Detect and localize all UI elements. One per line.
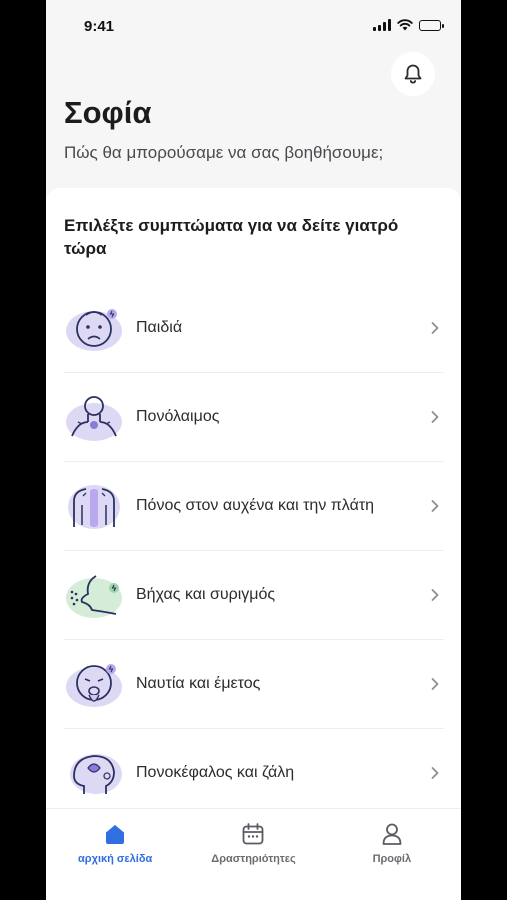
tab-home[interactable]: αρχική σελίδα (46, 809, 184, 900)
symptoms-card: Επιλέξτε συμπτώματα για να δείτε γιατρό … (46, 188, 461, 828)
greeting-subtitle: Πώς θα μπορούσαμε να σας βοηθήσουμε; (64, 143, 384, 162)
symptom-label: Πονόλαιμος (136, 408, 220, 425)
symptom-row-nausea[interactable]: Ναυτία και έμετος (64, 640, 444, 729)
home-icon (106, 825, 125, 844)
chevron-right-icon (431, 678, 439, 690)
bell-icon (404, 64, 422, 84)
status-bar: 9:41 (46, 0, 461, 52)
symptom-label: Πόνος στον αυχένα και την πλάτη (136, 497, 375, 514)
symptom-label: Βήχας και συριγμός (136, 586, 276, 603)
cough-icon (66, 575, 122, 618)
symptom-label: Ναυτία και έμετος (136, 675, 261, 692)
chevron-right-icon (431, 500, 439, 512)
chevron-right-icon (431, 411, 439, 423)
headache-icon (70, 754, 122, 794)
notifications-button[interactable] (391, 52, 435, 96)
tab-label: αρχική σελίδα (78, 853, 153, 865)
tab-profile[interactable]: Προφίλ (323, 809, 461, 900)
symptom-row-cough[interactable]: Βήχας και συριγμός (64, 551, 444, 640)
chevron-right-icon (431, 589, 439, 601)
symptom-list: Παιδιά Πονόλαιμος Πόνος στον αυχένα και … (64, 284, 444, 817)
calendar-icon (243, 823, 264, 845)
signal-icon (373, 19, 391, 31)
tab-activities[interactable]: Δραστηριότητες (184, 809, 322, 900)
symptom-label: Πονοκέφαλος και ζάλη (136, 764, 295, 781)
tab-label: Προφίλ (372, 853, 412, 865)
app-screen: 9:41 Σοφία Πώς θα μπορούσαμε να σας βοηθ… (46, 0, 461, 900)
chevron-right-icon (431, 767, 439, 779)
symptom-row-sore-throat[interactable]: Πονόλαιμος (64, 373, 444, 462)
sore-throat-icon (66, 396, 122, 441)
bottom-tab-bar: αρχική σελίδα Δραστηριότητες Προφίλ (46, 808, 461, 900)
symptom-label: Παιδιά (136, 319, 183, 336)
back-pain-icon (68, 485, 120, 529)
user-icon (382, 823, 402, 845)
wifi-icon (397, 19, 413, 31)
chevron-right-icon (431, 322, 439, 334)
symptom-row-neck-back-pain[interactable]: Πόνος στον αυχένα και την πλάτη (64, 462, 444, 551)
section-title: Επιλέξτε συμπτώματα για να δείτε γιατρό … (64, 216, 399, 258)
user-greeting: Σοφία (64, 95, 152, 130)
battery-icon (419, 19, 444, 31)
child-face-icon (66, 309, 122, 351)
status-time: 9:41 (84, 18, 115, 35)
tab-label: Δραστηριότητες (211, 853, 296, 865)
status-icons (373, 19, 444, 31)
nausea-icon (66, 664, 122, 707)
symptom-row-headache[interactable]: Πονοκέφαλος και ζάλη (64, 729, 444, 817)
symptom-row-children[interactable]: Παιδιά (64, 284, 444, 373)
